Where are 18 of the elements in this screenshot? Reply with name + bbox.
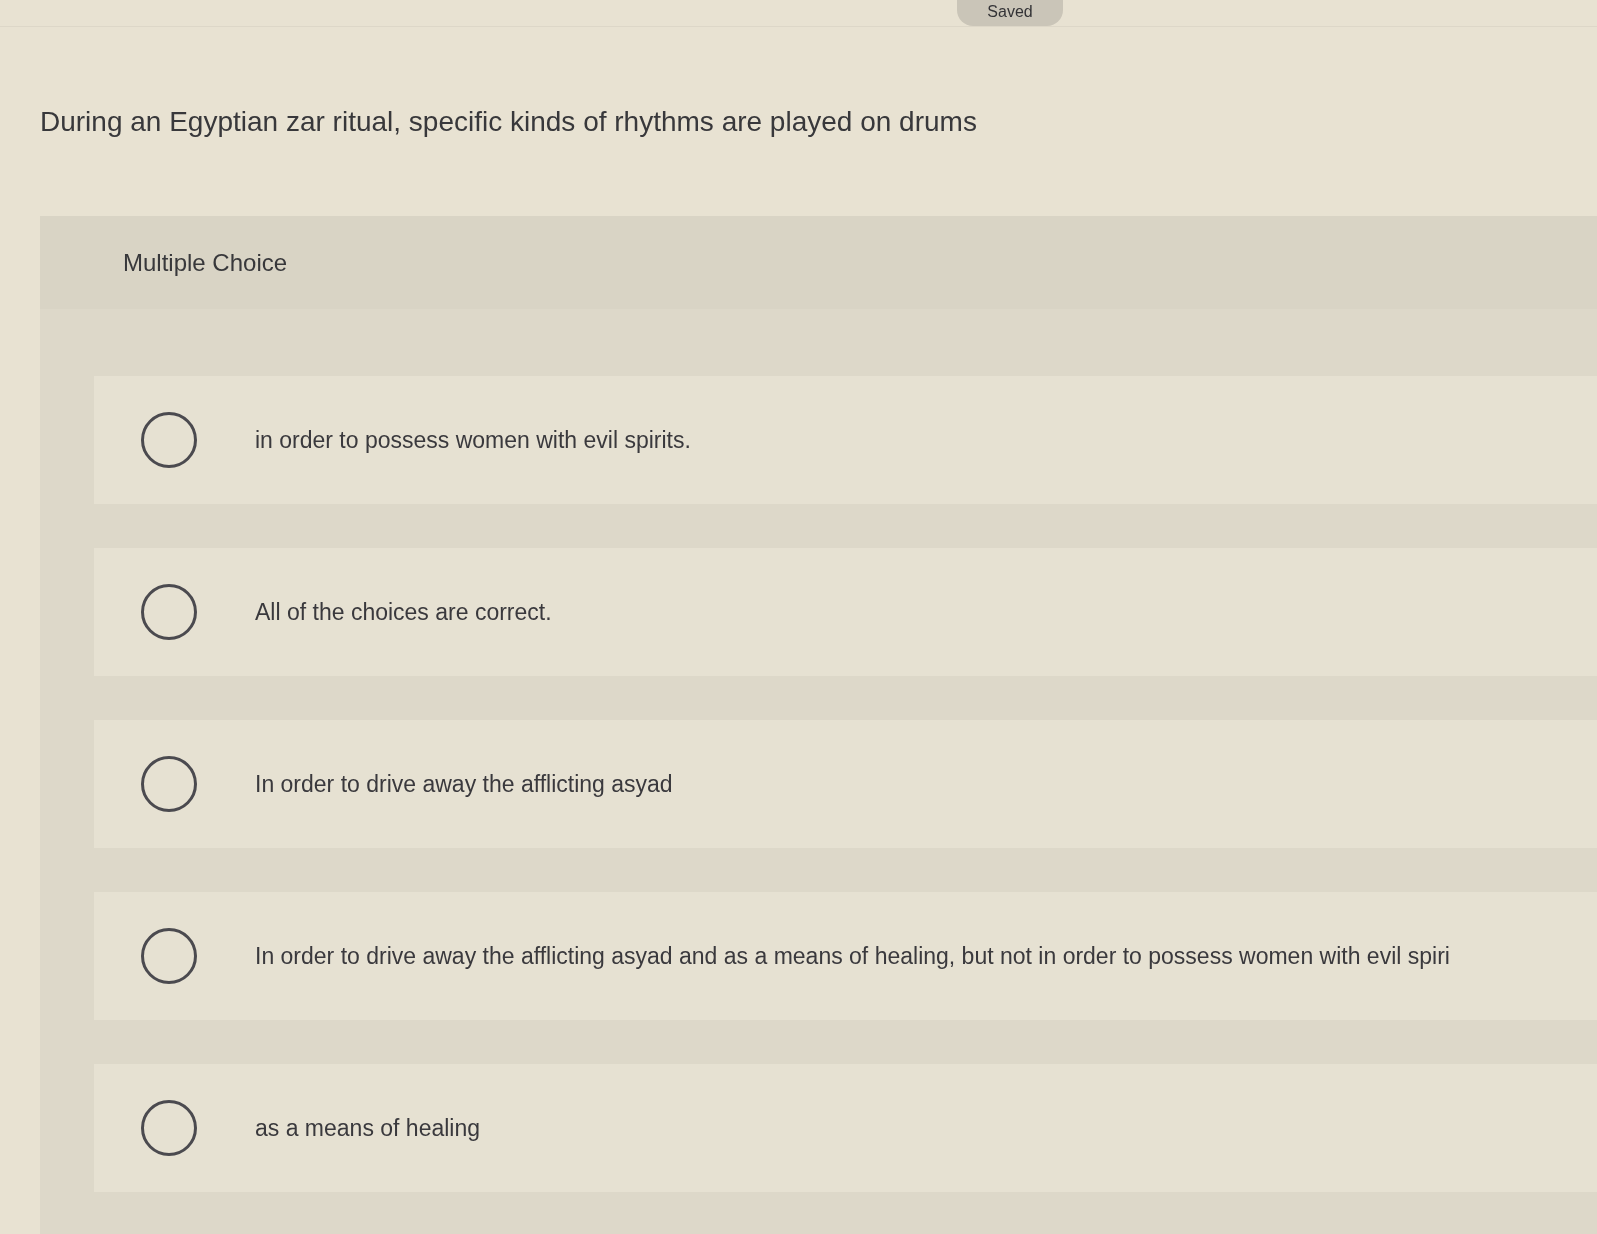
radio-button[interactable]	[141, 412, 197, 468]
answer-option[interactable]: in order to possess women with evil spirits.	[94, 376, 1597, 504]
question-prompt: During an Egyptian zar ritual, specific kinds of rhythms are played on drums	[40, 105, 978, 139]
option-text: In order to drive away the afflicting asyad and as a means of healing, but not in order to possess women with evil spiri	[255, 942, 1450, 970]
saved-status-badge: Saved	[957, 0, 1063, 26]
answer-option[interactable]: In order to drive away the afflicting asyad and as a means of healing, but not in order to possess women with evil spiri	[94, 892, 1597, 1020]
radio-button[interactable]	[141, 756, 197, 812]
answer-option[interactable]: as a means of healing	[94, 1064, 1597, 1192]
option-text: All of the choices are correct.	[255, 598, 552, 626]
radio-button[interactable]	[141, 1100, 197, 1156]
option-text: In order to drive away the afflicting asyad	[255, 770, 673, 798]
question-type-label: Multiple Choice	[123, 248, 288, 277]
option-text: in order to possess women with evil spirits.	[255, 426, 691, 454]
answer-option[interactable]: In order to drive away the afflicting asyad	[94, 720, 1597, 848]
radio-button[interactable]	[141, 584, 197, 640]
option-text: as a means of healing	[255, 1114, 481, 1142]
radio-button[interactable]	[141, 928, 197, 984]
answer-option[interactable]: All of the choices are correct.	[94, 548, 1597, 676]
